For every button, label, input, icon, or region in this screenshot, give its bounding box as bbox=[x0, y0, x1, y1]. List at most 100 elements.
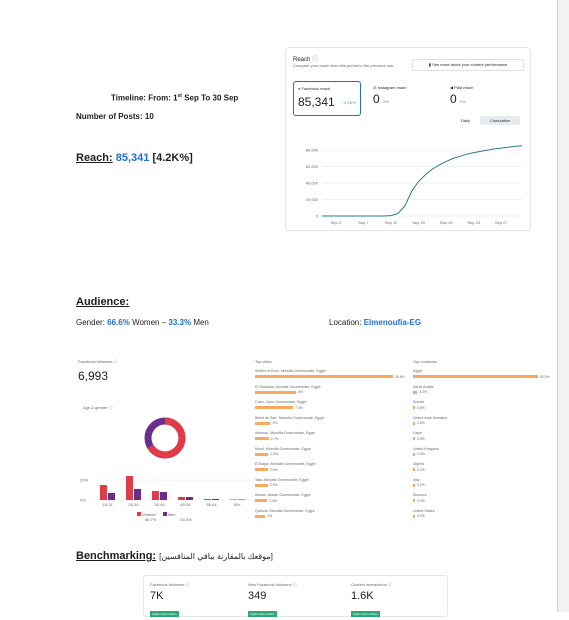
top-cities-title: Top cities bbox=[255, 359, 272, 364]
list-item-pct: 2.4% bbox=[269, 498, 278, 503]
list-item-name: Cairo, Cairo Governorate, Egypt bbox=[255, 400, 307, 404]
list-item-bar bbox=[255, 514, 266, 518]
audience-heading: Audience: bbox=[76, 296, 130, 308]
document-page: Timeline: From: 1st Sep To 30 Sep Number… bbox=[0, 0, 557, 617]
y-tick-label: 80,000 bbox=[306, 148, 319, 153]
list-item-name: Saudi Arabia bbox=[413, 384, 434, 389]
facebook-icon: ● bbox=[298, 86, 301, 91]
reach-summary: Reach: 85,341 [4.2K%] bbox=[76, 152, 193, 164]
list-item-bar bbox=[413, 375, 538, 378]
list-item-name: Libya bbox=[413, 431, 422, 435]
list-item-pct: 3.2% bbox=[419, 390, 428, 394]
age-group-label: 45-54 bbox=[180, 502, 191, 507]
location-line: Location: Elmenoufia-EG bbox=[329, 318, 422, 327]
list-item-bar bbox=[413, 421, 415, 425]
list-item-bar bbox=[255, 390, 297, 394]
women-bar bbox=[178, 497, 185, 500]
metric-delta: ↑ 4.2K% bbox=[341, 100, 356, 105]
list-item-bar bbox=[255, 452, 269, 456]
list-item-name: Kuwait bbox=[413, 400, 424, 404]
content-performance-link[interactable]: ▮ See more about your content performanc… bbox=[412, 59, 524, 71]
list-item-name: United Kingdom bbox=[413, 446, 439, 451]
reach-panel-desc: Compare your reach from this period to t… bbox=[293, 63, 395, 68]
y-tick-label: 0 bbox=[316, 214, 319, 219]
metric-instagram-reach[interactable]: ◎ Instagram reach 0 0% bbox=[373, 85, 407, 106]
list-item-bar bbox=[413, 390, 418, 394]
info-icon: ⓘ bbox=[108, 405, 113, 410]
age-group-label: 65+ bbox=[234, 502, 241, 507]
age-legend: Women Men 66.7% 33.3% bbox=[137, 512, 192, 522]
reach-panel: Reach ⓘ Compare your reach from this per… bbox=[286, 48, 530, 230]
list-item-pct: 26.8% bbox=[395, 374, 405, 379]
list-item-bar bbox=[413, 406, 415, 409]
list-item-pct: 3% bbox=[272, 421, 278, 425]
metric-paid-reach[interactable]: ◀ Paid reach 0 0% bbox=[450, 85, 473, 106]
x-tick-label: Sep 15 bbox=[412, 220, 425, 225]
list-item-name: Algeria bbox=[413, 462, 425, 466]
list-item-name: Shebin el-Kom, Monufia Governorate, Egyp… bbox=[255, 369, 326, 373]
list-item-bar bbox=[413, 483, 415, 487]
list-item-bar bbox=[255, 483, 268, 487]
y-tick-label: 60,000 bbox=[306, 164, 319, 169]
megaphone-icon: ◀ bbox=[450, 85, 454, 90]
list-item-name: Quesna, Monufia Governorate, Egypt bbox=[255, 508, 315, 513]
metric-value: 85,341 bbox=[298, 95, 335, 109]
followers-value: 6,993 bbox=[78, 369, 109, 383]
list-item-bar bbox=[413, 452, 415, 456]
list-item-bar bbox=[255, 437, 269, 440]
list-item-name: Tala, Monufia Governorate, Egypt bbox=[255, 477, 309, 482]
list-item-pct: 0.2% bbox=[417, 483, 425, 487]
women-swatch bbox=[137, 512, 141, 516]
list-item-pct: 0.2% bbox=[417, 467, 425, 472]
list-item-pct: 7.4% bbox=[295, 405, 303, 410]
list-item-pct: 2.7% bbox=[270, 436, 279, 441]
metric-facebook-reach[interactable]: ● Facebook reach 85,341 ↑ 4.2K% bbox=[293, 81, 361, 116]
list-item-pct: 0.3% bbox=[417, 436, 425, 441]
info-icon: ⓘ bbox=[292, 582, 297, 587]
age-group-label: 35-44 bbox=[154, 502, 165, 507]
men-swatch bbox=[162, 512, 167, 516]
men-bar bbox=[212, 499, 219, 500]
benchmark-card-interactions: Content interactions ⓘ 1.6K Higher than … bbox=[351, 582, 392, 617]
list-item-pct: 0.5% bbox=[417, 421, 425, 425]
men-bar bbox=[186, 497, 193, 500]
list-item-name: Morocco bbox=[413, 493, 427, 497]
women-bar bbox=[152, 491, 159, 500]
instagram-icon: ◎ bbox=[373, 85, 377, 90]
benchmark-card-new-followers: New Facebook followers ⓘ 349 Higher than… bbox=[248, 582, 297, 617]
x-tick-label: Sep 23 bbox=[467, 220, 480, 225]
age-gender-label: Age & gender ⓘ bbox=[83, 405, 113, 410]
benchmark-heading: Benchmarking: [موقعك بالمقارنة بباقي الم… bbox=[76, 550, 273, 562]
cumulative-toggle[interactable]: Cumulative bbox=[480, 116, 520, 125]
list-item-bar bbox=[255, 406, 294, 409]
info-icon: ⓘ bbox=[185, 582, 190, 587]
x-tick-label: Sep 27 bbox=[495, 220, 508, 225]
list-item-name: United States bbox=[413, 508, 435, 513]
list-item-bar bbox=[413, 437, 415, 440]
followers-label: Facebook followers ⓘ bbox=[78, 359, 118, 364]
daily-toggle[interactable]: Daily bbox=[461, 118, 470, 123]
age-group-label: 55-64 bbox=[206, 502, 217, 507]
women-bar bbox=[126, 476, 133, 500]
list-item-pct: 0.3% bbox=[417, 452, 425, 456]
list-item-bar bbox=[413, 499, 415, 502]
list-item-bar bbox=[255, 468, 268, 471]
men-bar bbox=[238, 499, 245, 500]
men-bar bbox=[108, 493, 115, 500]
women-bar bbox=[230, 499, 237, 500]
list-item-pct: 0.2% bbox=[417, 514, 425, 518]
list-item-name: Egypt bbox=[413, 369, 423, 373]
list-item-pct: 8% bbox=[298, 390, 304, 394]
list-item-name: Birket as Sab', Monufia Governorate, Egy… bbox=[255, 415, 325, 420]
x-tick-label: Sep 11 bbox=[385, 220, 398, 225]
gender-donut-chart bbox=[144, 417, 186, 459]
info-icon: ⓘ bbox=[387, 582, 392, 587]
timeline-text: Timeline: From: 1st Sep To 30 Sep bbox=[111, 93, 239, 103]
list-item-pct: 0.2% bbox=[417, 498, 425, 503]
list-item-name: Aswan, Aswan Governorate, Egypt bbox=[255, 493, 311, 497]
chart-icon: ▮ bbox=[428, 62, 431, 67]
list-item-pct: 2.5% bbox=[269, 483, 278, 487]
reach-series-line bbox=[322, 145, 523, 217]
list-item-name: El Bagur, Monufia Governorate, Egypt bbox=[255, 462, 316, 466]
women-bar bbox=[204, 499, 211, 500]
